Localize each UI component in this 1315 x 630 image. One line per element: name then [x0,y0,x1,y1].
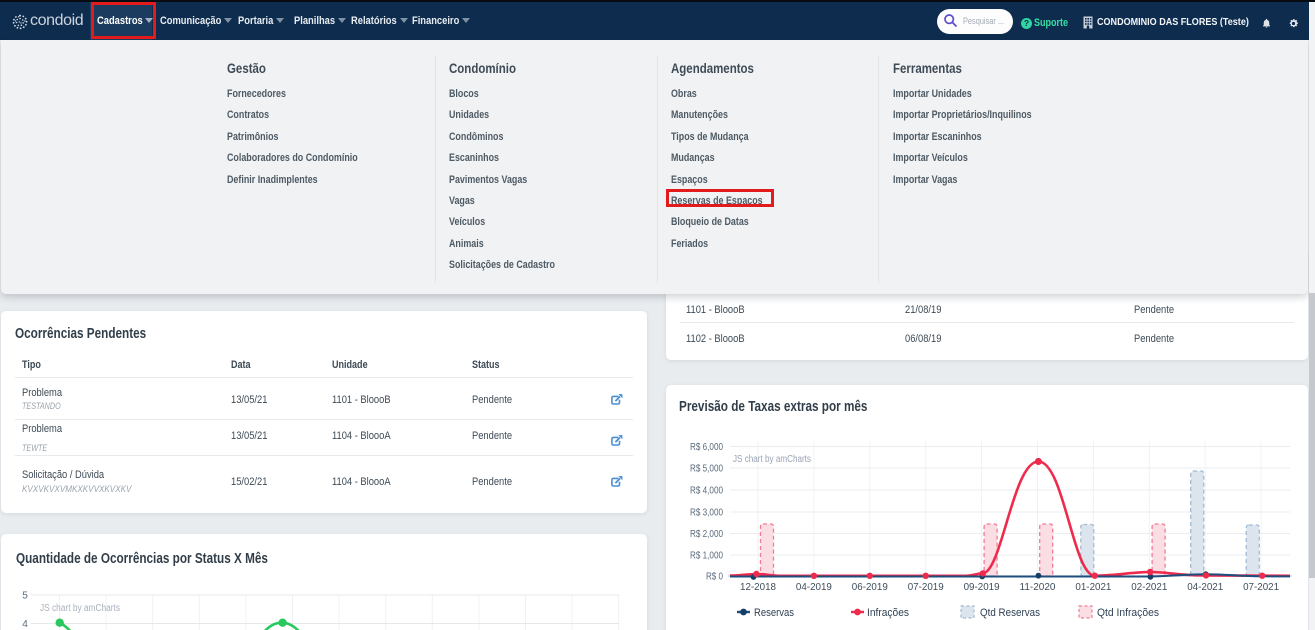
svg-text:Qtd Infrações: Qtd Infrações [1097,607,1159,619]
svg-text:01-2021: 01-2021 [1075,581,1111,593]
svg-text:Reservas: Reservas [754,607,794,619]
svg-text:02-2021: 02-2021 [1131,581,1167,593]
svg-text:R$ 3,000: R$ 3,000 [690,508,723,519]
svg-text:06-2019: 06-2019 [852,581,888,593]
svg-text:5: 5 [22,591,28,602]
svg-text:12-2018: 12-2018 [740,581,776,593]
svg-text:Infrações: Infrações [867,607,909,619]
svg-text:R$ 0: R$ 0 [706,572,723,583]
svg-text:R$ 4,000: R$ 4,000 [690,486,723,497]
svg-text:11-2020: 11-2020 [1020,581,1056,593]
svg-text:JS chart by amCharts: JS chart by amCharts [733,454,811,465]
svg-text:JS chart by amCharts: JS chart by amCharts [40,603,120,614]
svg-text:R$ 2,000: R$ 2,000 [690,529,723,540]
svg-text:R$ 6,000: R$ 6,000 [690,442,723,453]
svg-text:Qtd Reservas: Qtd Reservas [980,607,1040,619]
svg-text:R$ 1,000: R$ 1,000 [690,551,723,562]
svg-text:09-2019: 09-2019 [964,581,1000,593]
svg-text:4: 4 [22,619,28,630]
svg-text:04-2019: 04-2019 [796,581,832,593]
svg-text:R$ 5,000: R$ 5,000 [690,464,723,475]
svg-text:07-2021: 07-2021 [1243,581,1279,593]
svg-text:04-2021: 04-2021 [1187,581,1223,593]
svg-text:07-2019: 07-2019 [908,581,944,593]
